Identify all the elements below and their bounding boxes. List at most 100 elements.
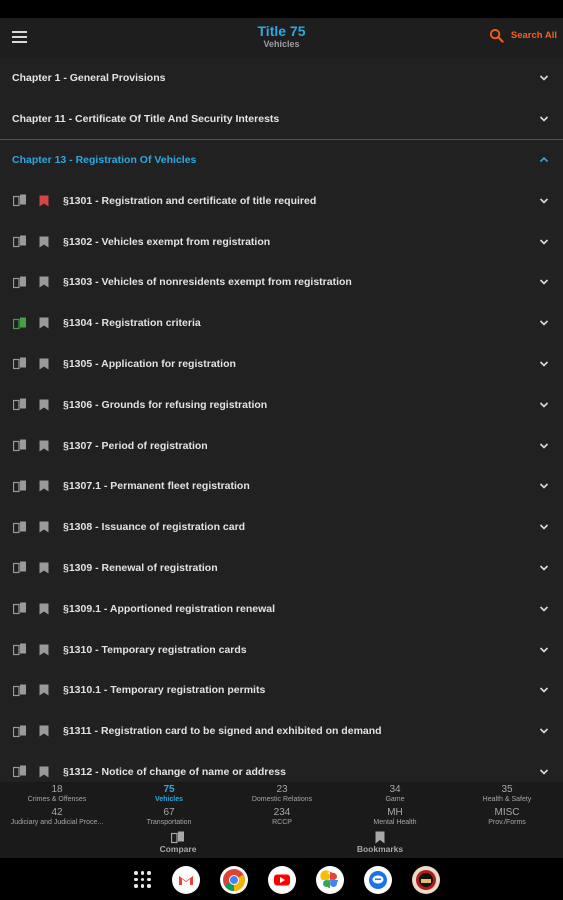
- compare-icon[interactable]: [13, 480, 27, 493]
- chapter-item-active[interactable]: Chapter 13 - Registration Of Vehicles: [0, 140, 563, 181]
- section-item[interactable]: §1301 - Registration and certificate of …: [0, 180, 563, 221]
- compare-icon[interactable]: [13, 561, 27, 574]
- section-item[interactable]: §1311 - Registration card to be signed a…: [0, 711, 563, 752]
- compare-icon[interactable]: [13, 235, 27, 248]
- bookmark-icon[interactable]: [39, 440, 49, 452]
- title-tab[interactable]: MH Mental Health: [339, 807, 451, 827]
- section-item[interactable]: §1308 - Issuance of registration card: [0, 507, 563, 548]
- section-item[interactable]: §1305 - Application for registration: [0, 344, 563, 385]
- title-tab[interactable]: 42 Judiciary and Judicial Proce...: [1, 807, 113, 827]
- title-tab[interactable]: 23 Domestic Relations: [226, 784, 338, 804]
- search-all-button[interactable]: Search All: [489, 28, 557, 43]
- compare-icon[interactable]: [13, 765, 27, 778]
- bookmark-icon[interactable]: [39, 521, 49, 533]
- chevron-down-icon[interactable]: [539, 726, 549, 736]
- chevron-down-icon[interactable]: [539, 481, 549, 491]
- bookmark-icon[interactable]: [39, 684, 49, 696]
- title-tab[interactable]: 35 Health & Safety: [451, 784, 563, 804]
- compare-icon[interactable]: [13, 439, 27, 452]
- section-item[interactable]: §1307 - Period of registration: [0, 425, 563, 466]
- compare-icon[interactable]: [13, 684, 27, 697]
- chevron-down-icon[interactable]: [539, 685, 549, 695]
- chevron-down-icon[interactable]: [539, 237, 549, 247]
- title-tab[interactable]: 18 Crimes & Offenses: [1, 784, 113, 804]
- title-number: 23: [276, 784, 288, 795]
- section-item[interactable]: §1302 - Vehicles exempt from registratio…: [0, 221, 563, 262]
- bookmark-icon[interactable]: [39, 317, 49, 329]
- bookmark-icon[interactable]: [39, 562, 49, 574]
- messages-icon[interactable]: [364, 866, 392, 894]
- bookmark-icon[interactable]: [39, 276, 49, 288]
- chevron-down-icon[interactable]: [539, 645, 549, 655]
- compare-icon[interactable]: [13, 643, 27, 656]
- compare-icon[interactable]: [13, 317, 27, 330]
- chevron-down-icon[interactable]: [539, 73, 549, 83]
- photos-icon[interactable]: [316, 866, 344, 894]
- compare-icon[interactable]: [13, 602, 27, 615]
- chevron-down-icon[interactable]: [539, 196, 549, 206]
- chevron-down-icon[interactable]: [539, 400, 549, 410]
- bookmark-icon[interactable]: [39, 480, 49, 492]
- section-list: §1301 - Registration and certificate of …: [0, 180, 563, 782]
- apps-grid-icon[interactable]: [134, 871, 151, 888]
- youtube-icon[interactable]: [268, 866, 296, 894]
- chrome-icon[interactable]: [220, 866, 248, 894]
- bookmark-icon[interactable]: [39, 766, 49, 778]
- chevron-down-icon[interactable]: [539, 277, 549, 287]
- section-label: §1303 - Vehicles of nonresidents exempt …: [63, 276, 352, 289]
- chapter-item[interactable]: Chapter 1 - General Provisions: [0, 58, 563, 99]
- title-tab[interactable]: 67 Transportation: [113, 807, 225, 827]
- title-tab[interactable]: 75 Vehicles: [113, 784, 225, 804]
- title-name: Domestic Relations: [251, 796, 313, 803]
- section-label: §1304 - Registration criteria: [63, 317, 201, 330]
- section-item[interactable]: §1309.1 - Apportioned registration renew…: [0, 588, 563, 629]
- compare-button[interactable]: Compare: [133, 830, 223, 855]
- section-item[interactable]: §1310.1 - Temporary registration permits: [0, 670, 563, 711]
- section-item[interactable]: §1312 - Notice of change of name or addr…: [0, 752, 563, 782]
- bottom-nav: Compare Bookmarks: [0, 830, 563, 858]
- chapter-list[interactable]: Chapter 1 - General Provisions Chapter 1…: [0, 58, 563, 782]
- section-item[interactable]: §1304 - Registration criteria: [0, 303, 563, 344]
- section-item[interactable]: §1306 - Grounds for refusing registratio…: [0, 384, 563, 425]
- section-item[interactable]: §1309 - Renewal of registration: [0, 548, 563, 589]
- gmail-icon[interactable]: [172, 866, 200, 894]
- app-icon[interactable]: [412, 866, 440, 894]
- bookmark-icon[interactable]: [39, 644, 49, 656]
- chevron-down-icon[interactable]: [539, 441, 549, 451]
- section-item[interactable]: §1307.1 - Permanent fleet registration: [0, 466, 563, 507]
- compare-icon[interactable]: [13, 194, 27, 207]
- chevron-down-icon[interactable]: [539, 604, 549, 614]
- compare-icon[interactable]: [13, 725, 27, 738]
- compare-icon[interactable]: [13, 276, 27, 289]
- bookmark-icon: [375, 831, 385, 844]
- chevron-down-icon[interactable]: [539, 114, 549, 124]
- title-tab[interactable]: 34 Game: [339, 784, 451, 804]
- bookmark-icon[interactable]: [39, 399, 49, 411]
- chapter-item[interactable]: Chapter 11 - Certificate Of Title And Se…: [0, 99, 563, 140]
- bookmarks-button[interactable]: Bookmarks: [335, 830, 425, 855]
- title-tab[interactable]: 234 RCCP: [226, 807, 338, 827]
- chevron-down-icon[interactable]: [539, 522, 549, 532]
- section-item[interactable]: §1310 - Temporary registration cards: [0, 629, 563, 670]
- chevron-down-icon[interactable]: [539, 767, 549, 777]
- title-number: MH: [387, 807, 403, 818]
- section-item[interactable]: §1303 - Vehicles of nonresidents exempt …: [0, 262, 563, 303]
- title-number: 35: [501, 784, 513, 795]
- chevron-down-icon[interactable]: [539, 563, 549, 573]
- bookmark-icon[interactable]: [39, 725, 49, 737]
- compare-icon[interactable]: [13, 521, 27, 534]
- chevron-down-icon[interactable]: [539, 318, 549, 328]
- bookmark-icon[interactable]: [39, 358, 49, 370]
- app-bar: Title 75 Vehicles Search All: [0, 18, 563, 58]
- title-tab[interactable]: MISC Prov./Forms: [451, 807, 563, 827]
- compare-icon[interactable]: [13, 357, 27, 370]
- page-subtitle: Vehicles: [263, 39, 300, 49]
- chevron-down-icon[interactable]: [539, 359, 549, 369]
- title-number: 75: [163, 784, 175, 795]
- bookmark-icon[interactable]: [39, 603, 49, 615]
- bookmark-icon[interactable]: [39, 195, 49, 207]
- section-label: §1301 - Registration and certificate of …: [63, 194, 317, 207]
- chevron-up-icon[interactable]: [539, 155, 549, 165]
- bookmark-icon[interactable]: [39, 236, 49, 248]
- compare-icon[interactable]: [13, 398, 27, 411]
